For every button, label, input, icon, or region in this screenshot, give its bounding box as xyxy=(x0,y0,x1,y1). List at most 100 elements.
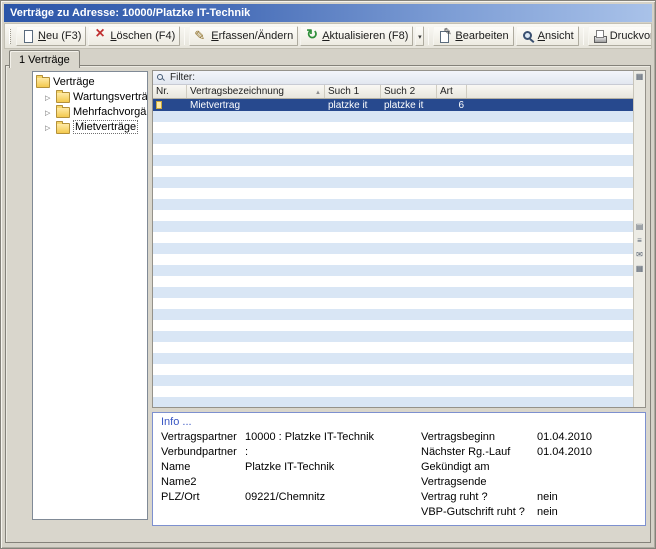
erfassen-aendern-button-label: Erfassen/Ändern xyxy=(211,30,293,42)
cell-such2: platzke it xyxy=(381,99,437,111)
grid-main: Filter: Nr. Vertragsbezeichnung Such 1 S… xyxy=(153,71,634,407)
tab-page: Verträge Wartungsverträge Mehrfachvorgän… xyxy=(5,65,651,543)
grid-empty-rows xyxy=(153,111,634,407)
info-value xyxy=(245,505,421,520)
table-icon[interactable] xyxy=(636,222,644,232)
column-header-filler xyxy=(467,85,634,98)
cell-art: 6 xyxy=(437,99,467,111)
column-options-icon[interactable] xyxy=(636,72,644,82)
grid-header: Nr. Vertragsbezeichnung Such 1 Such 2 Ar… xyxy=(153,85,634,99)
toolbar-separator xyxy=(428,28,429,45)
neu-button-label: Neu (F3) xyxy=(38,30,81,42)
aktualisieren-button[interactable]: Aktualisieren (F8) xyxy=(300,26,413,46)
contract-tree: Verträge Wartungsverträge Mehrfachvorgän… xyxy=(32,71,148,520)
delete-icon xyxy=(93,29,107,43)
folder-icon xyxy=(56,92,70,103)
druckvorschau-button[interactable]: Druckvorschau xyxy=(588,26,652,46)
sort-ascending-icon xyxy=(313,86,321,97)
expand-icon[interactable] xyxy=(45,121,53,133)
info-value: Platzke IT-Technik xyxy=(245,460,421,475)
title-bar: Verträge zu Adresse: 10000/Platzke IT-Te… xyxy=(4,4,652,22)
tree-item-mehrfachvorgaenge[interactable]: Mehrfachvorgänge xyxy=(34,104,146,119)
filter-icon xyxy=(156,73,166,83)
tree-item-vertraege[interactable]: Verträge xyxy=(34,74,146,89)
tree-item-label: Mietverträge xyxy=(73,120,138,134)
info-label: Vertragsbeginn xyxy=(421,430,537,445)
info-label xyxy=(161,505,245,520)
mail-icon[interactable] xyxy=(636,250,643,260)
column-header-vertragsbezeichnung[interactable]: Vertragsbezeichnung xyxy=(187,85,325,98)
tab-label: 1 Verträge xyxy=(19,54,70,66)
info-value: : xyxy=(245,445,421,460)
expand-icon[interactable] xyxy=(45,91,53,103)
table-row-selected[interactable]: Mietvertrag platzke it platzke it 6 xyxy=(153,99,634,111)
refresh-icon xyxy=(305,29,319,43)
info-value: nein xyxy=(537,505,637,520)
grid-icon[interactable] xyxy=(636,264,644,274)
info-value: 01.04.2010 xyxy=(537,430,637,445)
column-header-label: Vertragsbezeichnung xyxy=(190,86,284,97)
contract-row-icon xyxy=(156,101,162,109)
info-label: Verbundpartner xyxy=(161,445,245,460)
column-header-label: Nr. xyxy=(156,86,169,97)
folder-icon xyxy=(56,123,70,134)
info-label: Gekündigt am xyxy=(421,460,537,475)
cell-vertragsbezeichnung: Mietvertrag xyxy=(187,99,325,111)
erfassen-aendern-button[interactable]: Erfassen/Ändern xyxy=(189,26,298,46)
column-header-nr[interactable]: Nr. xyxy=(153,85,187,98)
cell-such1: platzke it xyxy=(325,99,381,111)
column-header-label: Such 1 xyxy=(328,86,359,97)
grid-side-strip xyxy=(633,71,645,407)
loeschen-button-label: Löschen (F4) xyxy=(110,30,175,42)
column-header-label: Art xyxy=(440,86,453,97)
info-label: Nächster Rg.-Lauf xyxy=(421,445,537,460)
filter-bar[interactable]: Filter: xyxy=(153,71,634,85)
info-label: VBP-Gutschrift ruht ? xyxy=(421,505,537,520)
tree-item-label: Mehrfachvorgänge xyxy=(73,106,148,118)
edit-document-icon xyxy=(438,29,452,43)
tree-item-mietvertraege[interactable]: Mietverträge xyxy=(34,119,146,135)
tree-item-label: Verträge xyxy=(53,76,95,88)
app-window: Verträge zu Adresse: 10000/Platzke IT-Te… xyxy=(0,0,656,549)
info-label: Name xyxy=(161,460,245,475)
window-title: Verträge zu Adresse: 10000/Platzke IT-Te… xyxy=(10,7,250,19)
info-panel: Info ... Vertragspartner 10000 : Platzke… xyxy=(152,412,646,526)
info-value: 10000 : Platzke IT-Technik xyxy=(245,430,421,445)
folder-icon xyxy=(56,107,70,118)
list-icon[interactable] xyxy=(637,236,642,246)
bearbeiten-button[interactable]: Bearbeiten xyxy=(433,26,513,46)
info-label: Vertragsende xyxy=(421,475,537,490)
druckvorschau-button-label: Druckvorschau xyxy=(610,30,652,42)
column-header-such1[interactable]: Such 1 xyxy=(325,85,381,98)
chevron-down-icon xyxy=(418,30,422,42)
info-label: PLZ/Ort xyxy=(161,490,245,505)
column-header-such2[interactable]: Such 2 xyxy=(381,85,437,98)
ansicht-button-label: Ansicht xyxy=(538,30,574,42)
tree-item-label: Wartungsverträge xyxy=(73,91,148,103)
info-panel-title: Info ... xyxy=(161,416,637,428)
column-header-art[interactable]: Art xyxy=(437,85,467,98)
loeschen-button[interactable]: Löschen (F4) xyxy=(88,26,180,46)
info-label: Vertragspartner xyxy=(161,430,245,445)
toolbar-separator xyxy=(583,28,584,45)
cell-filler xyxy=(467,99,634,111)
tree-item-wartungsvertraege[interactable]: Wartungsverträge xyxy=(34,89,146,104)
folder-icon xyxy=(36,77,50,88)
info-grid: Vertragspartner 10000 : Platzke IT-Techn… xyxy=(161,430,637,520)
toolbar-grip-icon[interactable] xyxy=(9,29,11,44)
toolbar: Neu (F3) Löschen (F4) Erfassen/Ändern Ak… xyxy=(4,23,652,49)
aktualisieren-button-label: Aktualisieren (F8) xyxy=(322,30,408,42)
ansicht-button[interactable]: Ansicht xyxy=(516,26,579,46)
info-value xyxy=(245,475,421,490)
aktualisieren-dropdown-button[interactable] xyxy=(415,26,424,46)
toolbar-separator xyxy=(184,28,185,45)
expand-icon[interactable] xyxy=(45,106,53,118)
info-value: nein xyxy=(537,490,637,505)
neu-button[interactable]: Neu (F3) xyxy=(16,26,86,46)
column-header-label: Such 2 xyxy=(384,86,415,97)
info-label: Vertrag ruht ? xyxy=(421,490,537,505)
print-preview-icon xyxy=(593,29,607,43)
contracts-grid: Filter: Nr. Vertragsbezeichnung Such 1 S… xyxy=(152,70,646,408)
filter-label: Filter: xyxy=(170,72,195,83)
tab-vertraege[interactable]: 1 Verträge xyxy=(9,50,80,68)
